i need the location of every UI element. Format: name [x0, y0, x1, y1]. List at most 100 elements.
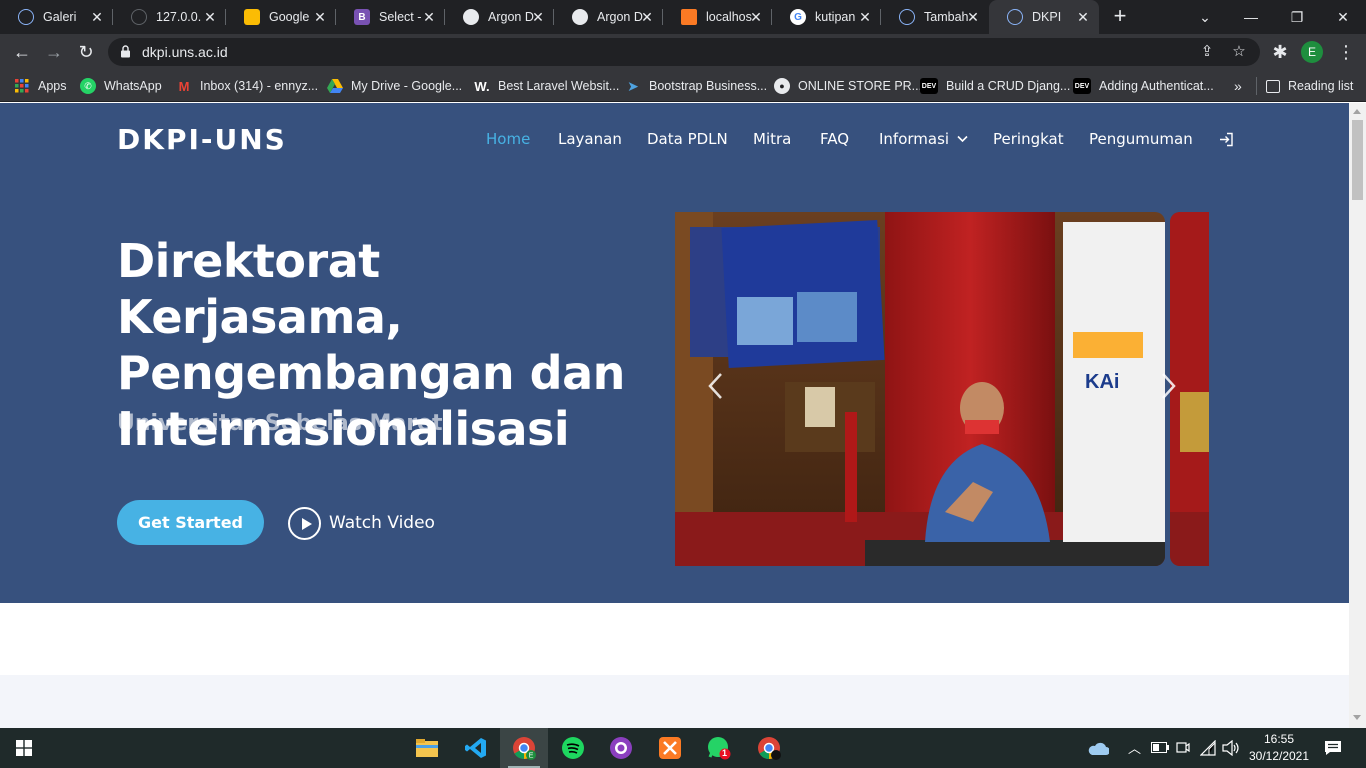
nav-pengumuman[interactable]: Pengumuman [1089, 130, 1193, 148]
bookmark-gmail[interactable]: M Inbox (314) - ennyz... [176, 77, 319, 95]
bookmark-star-icon[interactable]: ☆ [1230, 43, 1248, 61]
close-icon[interactable]: ✕ [749, 10, 763, 24]
bookmark-label: Apps [38, 79, 67, 93]
nav-faq[interactable]: FAQ [820, 130, 849, 148]
svg-text:KAi: KAi [1085, 371, 1119, 393]
bookmarks-bar: Apps ✆ WhatsApp M Inbox (314) - ennyz...… [0, 70, 1366, 102]
chrome-icon: E [513, 737, 536, 760]
bookmark-dev-auth[interactable]: DEV Adding Authenticat... [1073, 77, 1214, 95]
tab-select[interactable]: B Select - ✕ [336, 0, 445, 34]
scroll-up-icon[interactable] [1353, 109, 1361, 114]
menu-kebab-icon[interactable]: ⋮ [1334, 40, 1358, 64]
xampp-icon [659, 737, 681, 759]
forward-arrow-icon[interactable]: → [42, 40, 66, 64]
close-icon[interactable]: ✕ [531, 10, 545, 24]
close-icon[interactable]: ✕ [858, 10, 872, 24]
nav-informasi[interactable]: Informasi [879, 130, 968, 148]
bookmark-laravel[interactable]: W. Best Laravel Websit... [474, 77, 619, 95]
taskbar-vscode[interactable] [452, 728, 500, 768]
taskbar-chrome[interactable]: E [500, 728, 548, 768]
content-section-white [0, 603, 1349, 675]
spotify-icon [562, 737, 584, 759]
get-started-button[interactable]: Get Started [117, 500, 264, 545]
tab-galeri[interactable]: Galeri ✕ [0, 0, 113, 34]
tab-localhost[interactable]: localhos ✕ [663, 0, 772, 34]
close-icon[interactable]: ✕ [1076, 10, 1090, 24]
clock-time: 16:55 [1263, 732, 1295, 746]
nav-peringkat[interactable]: Peringkat [993, 130, 1064, 148]
watch-video-button[interactable]: Watch Video [288, 506, 435, 540]
bootstrap-bird-icon: ➤ [627, 77, 639, 94]
close-icon[interactable]: ✕ [422, 10, 436, 24]
minimize-button[interactable]: — [1228, 0, 1274, 34]
bookmark-drive[interactable]: My Drive - Google... [327, 77, 462, 95]
tab-localhost-ip[interactable]: 127.0.0. ✕ [113, 0, 226, 34]
carousel-slide-image: KAi [675, 212, 1165, 566]
tab-tambah[interactable]: Tambah ✕ [881, 0, 989, 34]
close-icon[interactable]: ✕ [203, 10, 217, 24]
bookmark-whatsapp[interactable]: ✆ WhatsApp [80, 77, 162, 95]
battery-icon[interactable] [1151, 742, 1169, 753]
bookmark-bootstrap[interactable]: ➤ Bootstrap Business... [625, 77, 767, 95]
close-window-button[interactable]: ✕ [1320, 0, 1366, 34]
scrollbar-thumb[interactable] [1352, 120, 1363, 200]
taskbar-chrome-dark[interactable] [745, 728, 793, 768]
taskbar-github-desktop[interactable] [597, 728, 645, 768]
carousel-prev-button[interactable] [705, 372, 725, 402]
show-hidden-icons-chevron-icon[interactable]: ︿ [1128, 738, 1141, 757]
scroll-down-icon[interactable] [1353, 715, 1361, 720]
taskbar-xampp[interactable] [646, 728, 694, 768]
login-icon[interactable] [1219, 132, 1234, 147]
tab-google-keep[interactable]: Google ✕ [226, 0, 336, 34]
globe-icon [18, 9, 34, 25]
nav-mitra[interactable]: Mitra [753, 130, 791, 148]
page-scrollbar[interactable] [1349, 103, 1366, 728]
notifications-icon[interactable] [1324, 740, 1342, 756]
bookmark-github[interactable]: ● ONLINE STORE PR... [774, 77, 922, 95]
carousel-next-button[interactable] [1159, 372, 1179, 402]
apps-grid-icon [14, 78, 30, 94]
gmail-icon: M [178, 78, 190, 94]
tab-search-chevron-icon[interactable]: ⌄ [1182, 0, 1228, 34]
wifi-icon[interactable] [1200, 740, 1216, 756]
share-icon[interactable]: ⇪ [1198, 43, 1216, 61]
profile-avatar[interactable]: E [1301, 41, 1323, 63]
close-icon[interactable]: ✕ [966, 10, 980, 24]
bookmarks-overflow-button[interactable]: » [1234, 77, 1242, 95]
nav-home[interactable]: Home [486, 130, 530, 148]
onedrive-cloud-icon[interactable] [1087, 740, 1109, 756]
close-icon[interactable]: ✕ [313, 10, 327, 24]
taskbar-file-explorer[interactable] [403, 728, 451, 768]
address-bar[interactable]: dkpi.uns.ac.id ⇪ ☆ [108, 38, 1260, 66]
meet-now-icon[interactable] [1176, 740, 1190, 756]
extensions-puzzle-icon[interactable]: ✱ [1268, 40, 1292, 64]
reload-icon[interactable]: ↻ [74, 40, 98, 64]
tab-argon-1[interactable]: Argon D ✕ [445, 0, 554, 34]
close-icon[interactable]: ✕ [640, 10, 654, 24]
close-icon[interactable]: ✕ [90, 10, 104, 24]
clock-date: 30/12/2021 [1248, 749, 1310, 763]
nav-layanan[interactable]: Layanan [558, 130, 622, 148]
tab-dkpi[interactable]: DKPI ✕ [989, 0, 1099, 34]
url-text[interactable]: dkpi.uns.ac.id [142, 44, 228, 60]
nav-data-pdln[interactable]: Data PDLN [647, 130, 728, 148]
reading-list-button[interactable]: Reading list [1266, 77, 1353, 95]
system-clock[interactable]: 16:55 30/12/2021 [1248, 731, 1310, 765]
windows-start-button[interactable] [0, 728, 48, 768]
bookmark-dev-crud[interactable]: DEV Build a CRUD Djang... [920, 77, 1070, 95]
tab-argon-2[interactable]: Argon D ✕ [554, 0, 663, 34]
volume-icon[interactable] [1222, 740, 1240, 756]
site-logo[interactable]: DKPI-UNS [117, 123, 287, 156]
tab-kutipan[interactable]: G kutipan ✕ [772, 0, 881, 34]
restore-button[interactable]: ❐ [1274, 0, 1320, 34]
taskbar-whatsapp[interactable]: 1 [695, 728, 743, 768]
whatsapp-badge: 1 [722, 748, 728, 758]
hero-carousel[interactable]: KAi [675, 212, 1209, 566]
new-tab-button[interactable]: + [1109, 5, 1131, 28]
bookmark-apps[interactable]: Apps [14, 77, 67, 95]
chrome-dark-icon [758, 737, 781, 760]
taskbar-spotify[interactable] [549, 728, 597, 768]
windows-logo-icon [16, 740, 32, 756]
back-arrow-icon[interactable]: ← [10, 40, 34, 64]
github-desktop-icon [610, 737, 632, 759]
